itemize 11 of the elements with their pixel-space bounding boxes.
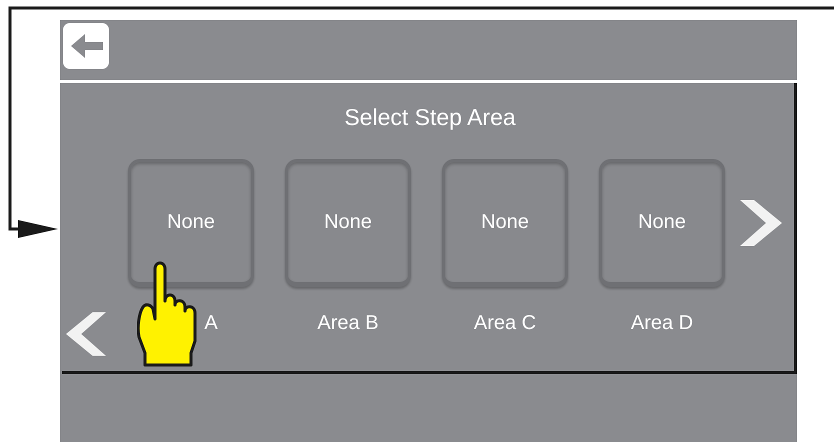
area-tile[interactable]: None <box>442 159 568 287</box>
area-label: Area C <box>472 311 538 335</box>
area-label: Area B <box>316 311 380 335</box>
previous-chevron-icon[interactable] <box>66 311 106 357</box>
area-tile[interactable]: None <box>599 159 725 287</box>
area-tile[interactable]: None <box>128 159 254 287</box>
area-label: Area D <box>630 311 694 335</box>
area-tile[interactable]: None <box>285 159 411 287</box>
area-label: A <box>203 311 219 335</box>
panel-title: Select Step Area <box>343 103 517 131</box>
next-chevron-icon[interactable] <box>740 200 782 246</box>
